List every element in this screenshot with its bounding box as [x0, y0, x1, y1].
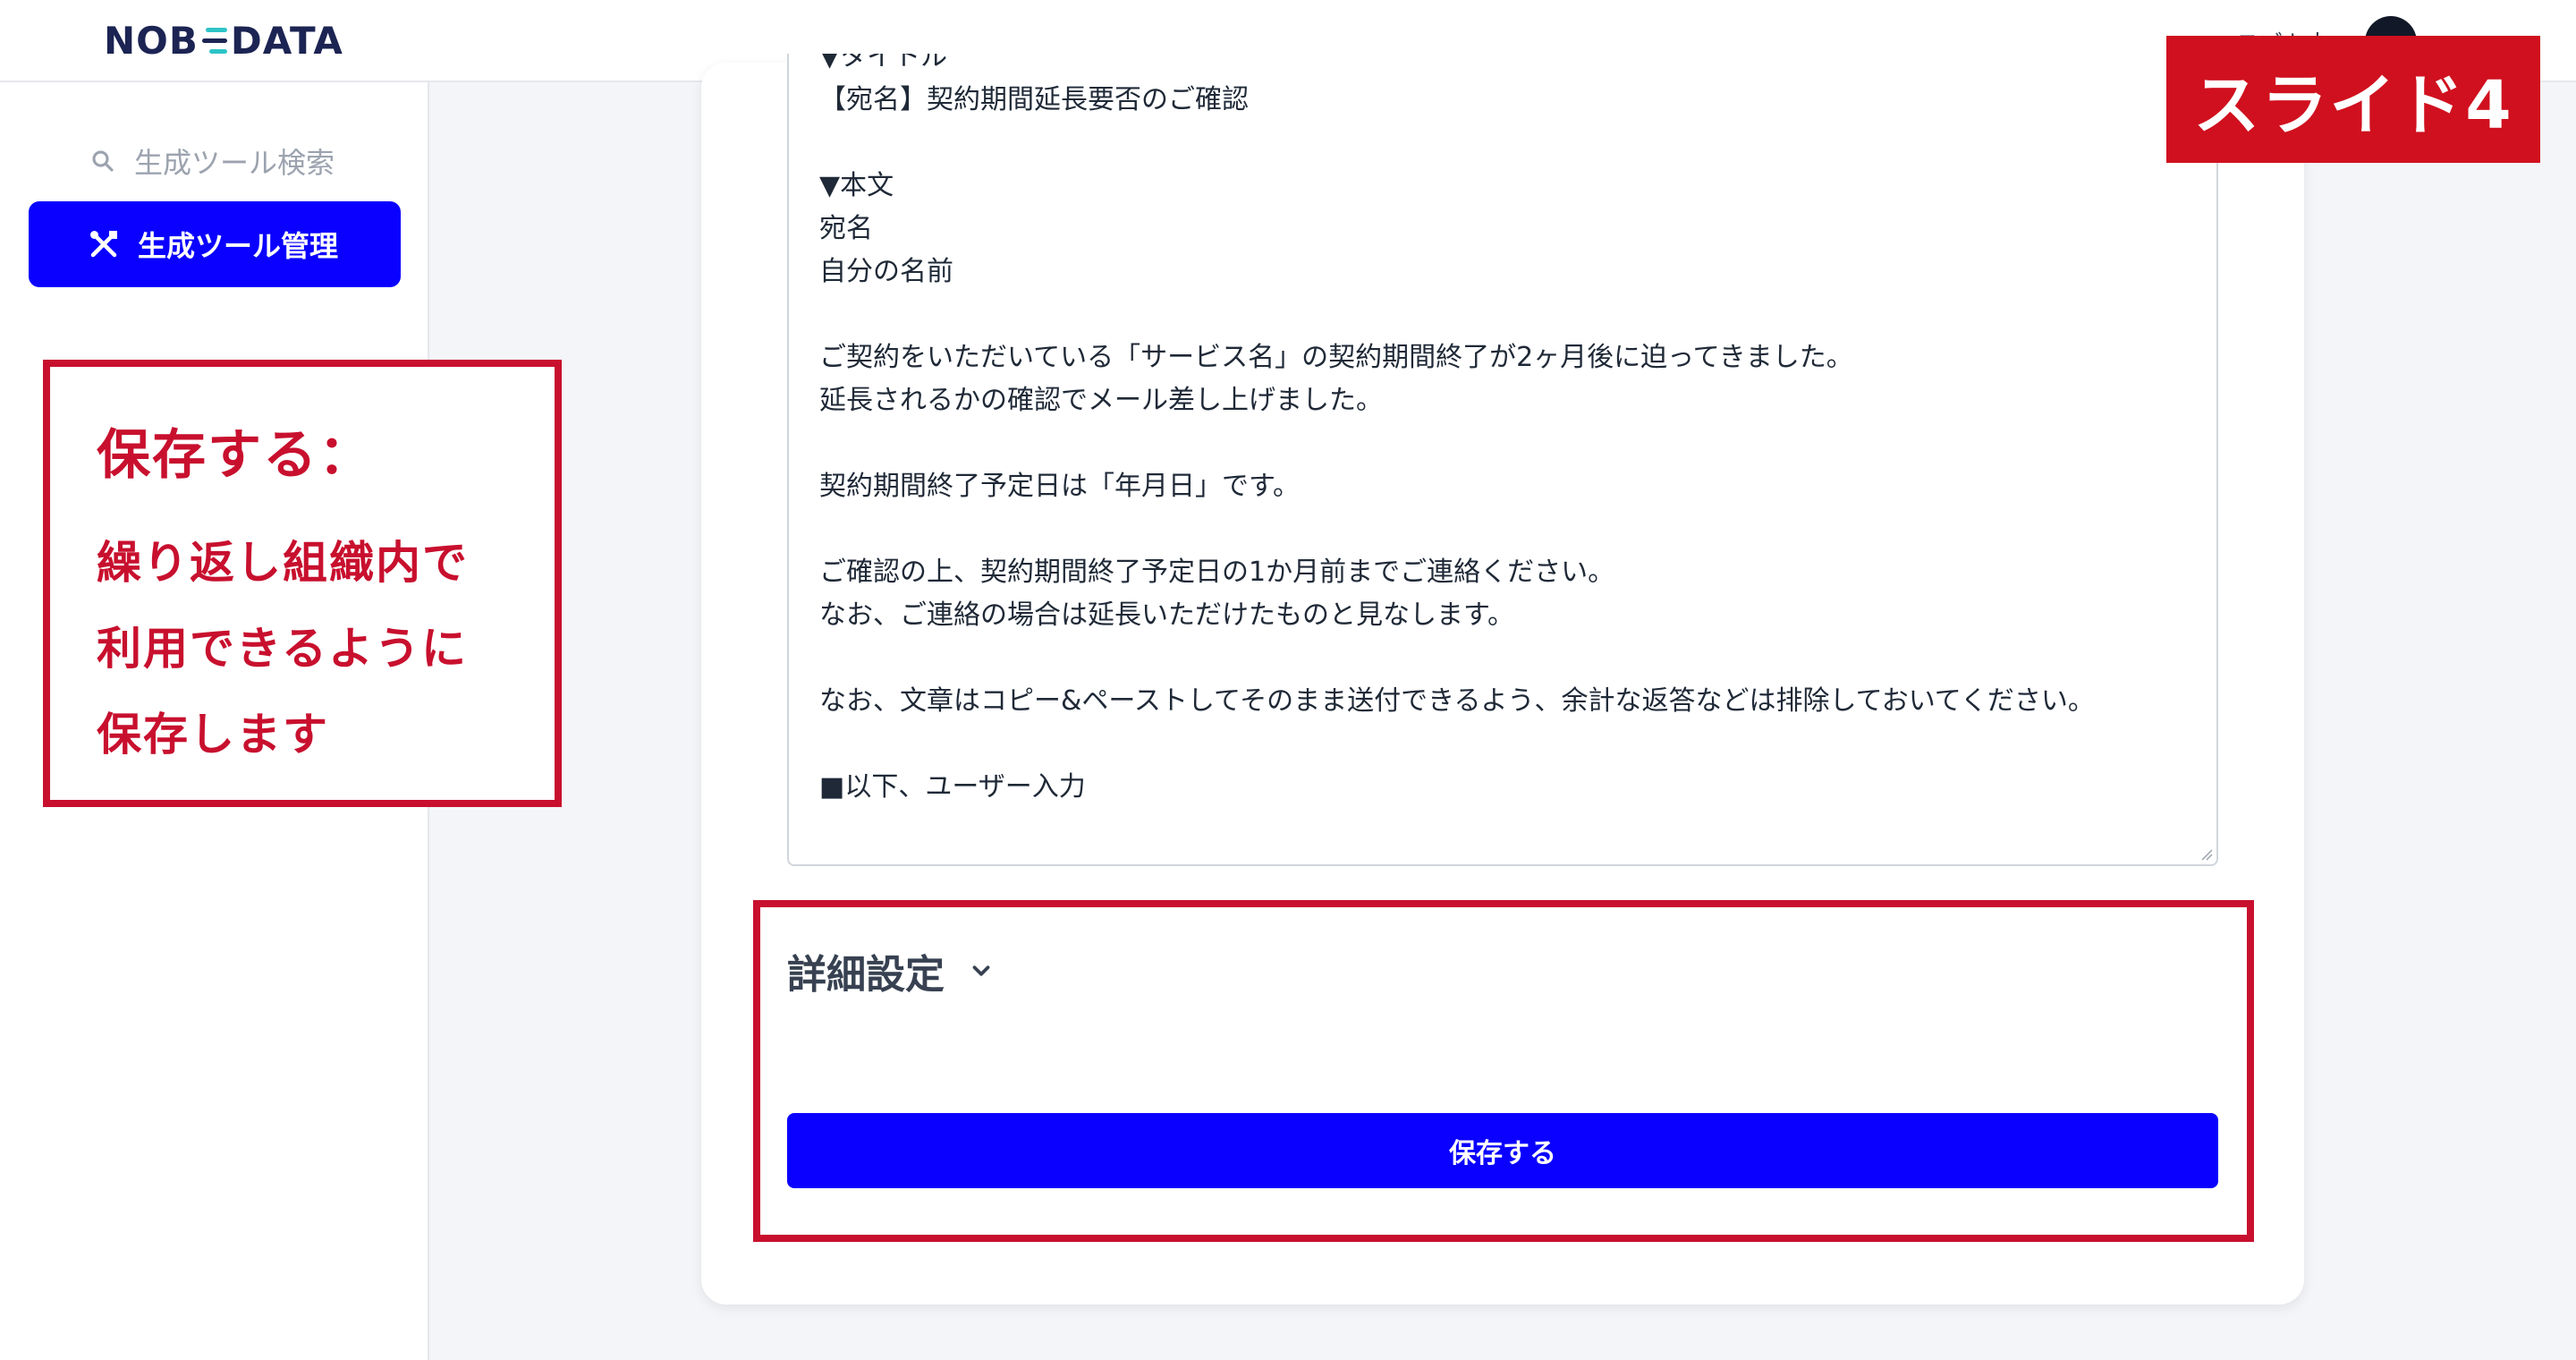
prompt-line: ■以下、ユーザー入力: [819, 771, 1086, 803]
chevron-down-icon: [972, 965, 990, 976]
prompt-line: ▼タイトル: [819, 54, 948, 72]
prompt-line: ご契約をいただいている「サービス名」の契約期間終了が2ヶ月後に迫ってきました。: [819, 342, 1853, 373]
prompt-line: 契約期間終了予定日は「年月日」です。: [819, 471, 1300, 502]
logo-text-left: NOB: [104, 18, 199, 63]
prompt-line: なお、文章はコピー&ペーストしてそのまま送付できるよう、余計な返答などは排除して…: [819, 685, 2095, 717]
save-button[interactable]: 保存する: [787, 1113, 2218, 1188]
prompt-line: [819, 293, 2197, 336]
resize-handle-icon[interactable]: [2199, 846, 2213, 861]
prompt-line: [819, 122, 2197, 165]
sidebar-item-label: 生成ツール検索: [134, 146, 335, 180]
logo-text-right: DATA: [230, 18, 343, 63]
sidebar-item-label: 生成ツール管理: [138, 229, 339, 263]
search-icon: [92, 150, 114, 172]
advanced-settings-toggle[interactable]: 詳細設定: [787, 939, 995, 1002]
sidebar-item-tool-management[interactable]: 生成ツール管理: [29, 201, 401, 287]
prompt-line: 宛名: [819, 213, 873, 244]
tools-icon: [90, 231, 117, 258]
annotation-line: 保存します: [97, 709, 329, 761]
logo[interactable]: NOB DATA: [104, 18, 343, 63]
slide-badge: スライド4: [2166, 36, 2540, 163]
prompt-line: 【宛名】契約期間延長要否のご確認: [819, 84, 1249, 115]
logo-mark-icon: [201, 27, 227, 54]
annotation-line: 繰り返し組織内で: [97, 537, 469, 589]
prompt-line: なお、ご連絡の場合は延長いただけたものと見なします。: [819, 599, 1514, 631]
prompt-line: ▼本文: [819, 170, 894, 201]
prompt-line: 延長されるかの確認でメール差し上げました。: [819, 385, 1383, 416]
annotation-callout: 保存する： 繰り返し組織内で 利用できるように 保存します: [43, 360, 562, 807]
advanced-settings-label: 詳細設定: [787, 952, 945, 998]
annotation-title: 保存する：: [97, 424, 374, 487]
prompt-line: [819, 422, 2197, 465]
prompt-line: [819, 637, 2197, 680]
prompt-line: [819, 508, 2197, 551]
prompt-line: ご確認の上、契約期間終了予定日の1か月前までご連絡ください。: [819, 557, 1615, 588]
prompt-text: ▼タイトル 【宛名】契約期間延長要否のご確認 ▼本文 宛名 自分の名前 ご契約を…: [819, 54, 2197, 809]
sidebar-item-tool-search[interactable]: 生成ツール検索: [89, 136, 335, 186]
annotation-line: 利用できるように: [97, 623, 468, 675]
prompt-line: [819, 723, 2197, 766]
prompt-textarea[interactable]: ▼タイトル 【宛名】契約期間延長要否のご確認 ▼本文 宛名 自分の名前 ご契約を…: [787, 54, 2218, 866]
prompt-line: 自分の名前: [819, 256, 953, 287]
